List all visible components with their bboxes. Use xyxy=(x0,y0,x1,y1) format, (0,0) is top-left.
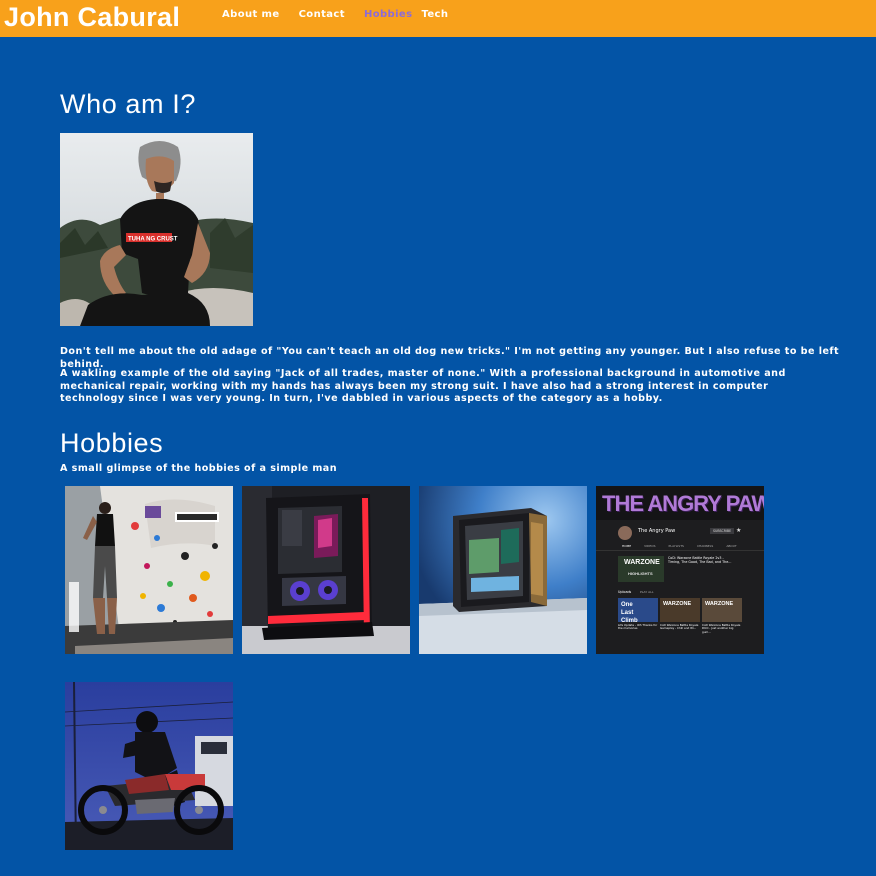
play-all-link[interactable]: PLAY ALL xyxy=(640,590,654,594)
nav-link-about-me[interactable]: About me xyxy=(222,9,280,20)
channel-name: The Angry Paw xyxy=(638,528,676,534)
about-title: Who am I? xyxy=(60,89,196,119)
upload-title-2[interactable]: CoD Warzone Battle Royale Gameplay - Chi… xyxy=(660,623,700,631)
channel-tab-about[interactable]: ABOUT xyxy=(726,544,736,548)
featured-thumb-text: WARZONE xyxy=(624,559,660,566)
subscribe-button[interactable]: SUBSCRIBE xyxy=(710,528,735,534)
upload-thumbnail-1[interactable]: One Last Climb xyxy=(618,598,658,622)
nav-link-hobbies[interactable]: Hobbies xyxy=(364,9,413,20)
channel-tab-channels[interactable]: CHANNELS xyxy=(697,544,713,548)
upload-thumbnail-3[interactable]: WARZONE xyxy=(702,598,742,622)
gaming-pc-blue-photo xyxy=(419,486,587,654)
hobbies-subtitle: A small glimpse of the hobbies of a simp… xyxy=(60,463,338,474)
bell-icon[interactable]: ★ xyxy=(736,527,741,534)
uploads-label: Uploads xyxy=(618,590,632,594)
tabs-divider xyxy=(596,550,764,551)
motorcycle-photo xyxy=(65,682,233,850)
featured-video-thumbnail[interactable]: WARZONE HIGHLIGHTS xyxy=(618,556,664,582)
featured-thumb-subtext: HIGHLIGHTS xyxy=(628,571,653,576)
channel-tab-playlists[interactable]: PLAYLISTS xyxy=(669,544,684,548)
nav-links: About me Contact Hobbies Tech xyxy=(222,9,448,20)
shirt-print-text: TUHA NG CRUST xyxy=(128,237,178,243)
site-brand[interactable]: John Cabural xyxy=(4,1,180,33)
upload-thumb-text-3: WARZONE xyxy=(705,601,734,607)
climbing-photo xyxy=(65,486,233,654)
upload-thumb-text-2: WARZONE xyxy=(663,601,692,607)
youtube-channel-screenshot: THE ANGRY PAW The Angry Paw SUBSCRIBE ★ … xyxy=(596,486,764,654)
channel-banner-title: THE ANGRY PAW xyxy=(602,491,764,516)
channel-avatar xyxy=(618,526,632,540)
channel-tab-videos[interactable]: VIDEOS xyxy=(644,544,655,548)
nav-link-contact[interactable]: Contact xyxy=(299,9,345,20)
upload-title-1[interactable]: Life Update - 4th Thanks for the memorie… xyxy=(618,623,658,631)
gaming-pc-red-photo xyxy=(242,486,410,654)
upload-title-3[interactable]: CoD Warzone Battle Royale DUO - Just ano… xyxy=(702,623,742,634)
upload-thumb-text-1: One Last Climb xyxy=(621,602,638,622)
hobbies-title: Hobbies xyxy=(60,428,164,458)
channel-tabs: HOME VIDEOS PLAYLISTS CHANNELS ABOUT xyxy=(622,544,737,548)
channel-tab-home[interactable]: HOME xyxy=(622,544,631,548)
nav-link-tech[interactable]: Tech xyxy=(421,9,448,20)
featured-video-title[interactable]: CoD: Warzone Battle Royale 2v3 - Timing,… xyxy=(668,556,734,564)
upload-thumbnail-2[interactable]: WARZONE xyxy=(660,598,700,622)
navbar: John Cabural About me Contact Hobbies Te… xyxy=(0,0,876,37)
portrait-photo: TUHA NG CRUST xyxy=(60,133,253,326)
about-paragraph-2: A wakling example of the old saying "Jac… xyxy=(60,368,786,405)
